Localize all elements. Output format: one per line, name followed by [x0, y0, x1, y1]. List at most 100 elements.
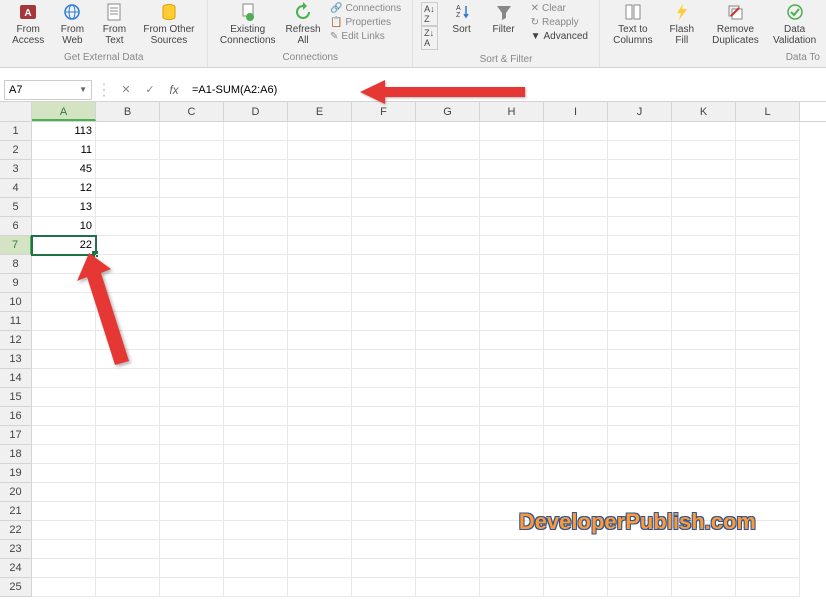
- cell-I2[interactable]: [544, 141, 608, 160]
- cell-L19[interactable]: [736, 464, 800, 483]
- remove-duplicates-button[interactable]: Remove Duplicates: [704, 0, 767, 48]
- cell-D24[interactable]: [224, 559, 288, 578]
- sort-za-button[interactable]: Z↓A: [421, 26, 438, 50]
- cell-K13[interactable]: [672, 350, 736, 369]
- cell-D11[interactable]: [224, 312, 288, 331]
- row-header-11[interactable]: 11: [0, 312, 32, 331]
- column-header-E[interactable]: E: [288, 102, 352, 121]
- row-header-8[interactable]: 8: [0, 255, 32, 274]
- cell-E23[interactable]: [288, 540, 352, 559]
- cell-E12[interactable]: [288, 331, 352, 350]
- cell-H16[interactable]: [480, 407, 544, 426]
- edit-links-small-button[interactable]: ✎Edit Links: [327, 30, 404, 43]
- row-header-5[interactable]: 5: [0, 198, 32, 217]
- cell-L3[interactable]: [736, 160, 800, 179]
- cell-J1[interactable]: [608, 122, 672, 141]
- cell-D10[interactable]: [224, 293, 288, 312]
- sort-button[interactable]: AZ Sort: [442, 0, 482, 37]
- cell-I12[interactable]: [544, 331, 608, 350]
- cell-A18[interactable]: [32, 445, 96, 464]
- data-validation-button[interactable]: Data Validation: [769, 0, 820, 48]
- cell-C17[interactable]: [160, 426, 224, 445]
- cell-F1[interactable]: [352, 122, 416, 141]
- cell-E15[interactable]: [288, 388, 352, 407]
- cell-K4[interactable]: [672, 179, 736, 198]
- from-other-sources-button[interactable]: From Other Sources: [136, 0, 201, 48]
- cell-J13[interactable]: [608, 350, 672, 369]
- cell-C19[interactable]: [160, 464, 224, 483]
- cell-G9[interactable]: [416, 274, 480, 293]
- cell-A24[interactable]: [32, 559, 96, 578]
- cell-F2[interactable]: [352, 141, 416, 160]
- cell-I25[interactable]: [544, 578, 608, 597]
- cell-K1[interactable]: [672, 122, 736, 141]
- name-box[interactable]: A7 ▼: [4, 80, 92, 100]
- column-header-K[interactable]: K: [672, 102, 736, 121]
- cell-C20[interactable]: [160, 483, 224, 502]
- from-access-button[interactable]: A From Access: [6, 0, 50, 48]
- cell-E10[interactable]: [288, 293, 352, 312]
- existing-connections-button[interactable]: Existing Connections: [214, 0, 281, 48]
- cell-E7[interactable]: [288, 236, 352, 255]
- cell-H6[interactable]: [480, 217, 544, 236]
- dropdown-icon[interactable]: ▼: [79, 85, 87, 94]
- cell-C22[interactable]: [160, 521, 224, 540]
- cell-C6[interactable]: [160, 217, 224, 236]
- column-header-A[interactable]: A: [32, 102, 96, 121]
- cell-B18[interactable]: [96, 445, 160, 464]
- cell-E20[interactable]: [288, 483, 352, 502]
- cell-E8[interactable]: [288, 255, 352, 274]
- cell-L1[interactable]: [736, 122, 800, 141]
- cell-D4[interactable]: [224, 179, 288, 198]
- cell-D13[interactable]: [224, 350, 288, 369]
- cell-K14[interactable]: [672, 369, 736, 388]
- cell-B23[interactable]: [96, 540, 160, 559]
- cell-C25[interactable]: [160, 578, 224, 597]
- cell-J6[interactable]: [608, 217, 672, 236]
- cell-I9[interactable]: [544, 274, 608, 293]
- cell-C7[interactable]: [160, 236, 224, 255]
- cell-F4[interactable]: [352, 179, 416, 198]
- cell-H15[interactable]: [480, 388, 544, 407]
- cell-I18[interactable]: [544, 445, 608, 464]
- cell-F15[interactable]: [352, 388, 416, 407]
- column-header-I[interactable]: I: [544, 102, 608, 121]
- cell-A5[interactable]: 13: [32, 198, 96, 217]
- cell-C15[interactable]: [160, 388, 224, 407]
- cell-D12[interactable]: [224, 331, 288, 350]
- cell-I14[interactable]: [544, 369, 608, 388]
- cell-L14[interactable]: [736, 369, 800, 388]
- row-header-20[interactable]: 20: [0, 483, 32, 502]
- cell-I10[interactable]: [544, 293, 608, 312]
- cell-G3[interactable]: [416, 160, 480, 179]
- cell-J16[interactable]: [608, 407, 672, 426]
- cell-F12[interactable]: [352, 331, 416, 350]
- row-header-19[interactable]: 19: [0, 464, 32, 483]
- cell-G19[interactable]: [416, 464, 480, 483]
- clear-small-button[interactable]: ✕Clear: [528, 2, 591, 15]
- cell-I7[interactable]: [544, 236, 608, 255]
- cell-C1[interactable]: [160, 122, 224, 141]
- cell-A2[interactable]: 11: [32, 141, 96, 160]
- cell-D5[interactable]: [224, 198, 288, 217]
- cell-I8[interactable]: [544, 255, 608, 274]
- cell-B25[interactable]: [96, 578, 160, 597]
- cell-F18[interactable]: [352, 445, 416, 464]
- cell-I20[interactable]: [544, 483, 608, 502]
- cell-F13[interactable]: [352, 350, 416, 369]
- cell-K18[interactable]: [672, 445, 736, 464]
- cell-C5[interactable]: [160, 198, 224, 217]
- cell-F8[interactable]: [352, 255, 416, 274]
- cell-K24[interactable]: [672, 559, 736, 578]
- cell-G12[interactable]: [416, 331, 480, 350]
- refresh-all-button[interactable]: Refresh All: [283, 0, 323, 48]
- cell-L7[interactable]: [736, 236, 800, 255]
- text-to-columns-button[interactable]: Text to Columns: [606, 0, 660, 48]
- cell-I23[interactable]: [544, 540, 608, 559]
- cell-L24[interactable]: [736, 559, 800, 578]
- cell-C24[interactable]: [160, 559, 224, 578]
- cell-J11[interactable]: [608, 312, 672, 331]
- cell-G4[interactable]: [416, 179, 480, 198]
- cell-H8[interactable]: [480, 255, 544, 274]
- cell-J9[interactable]: [608, 274, 672, 293]
